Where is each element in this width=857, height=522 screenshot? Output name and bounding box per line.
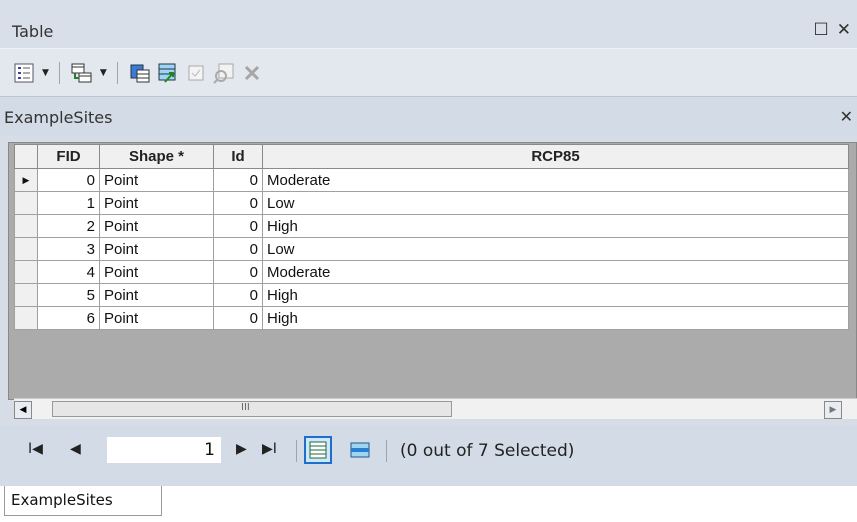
column-header-fid[interactable]: FID [37,144,100,169]
close-layer-icon[interactable]: ✕ [840,107,853,126]
cell-rcp85[interactable]: Moderate [262,260,849,284]
row-selector[interactable] [14,237,38,261]
column-header-shape[interactable]: Shape * [99,144,214,169]
first-record-button[interactable]: I◀ [28,441,43,457]
cell-fid[interactable]: 4 [37,260,100,284]
record-navigation-bar: I◀ ◀ 1 ▶ ▶I (0 out of 7 Selected) [0,426,857,486]
window-controls: ☐ ✕ [814,20,852,40]
cell-shape[interactable]: Point [99,214,214,238]
cell-rcp85[interactable]: Low [262,237,849,261]
show-all-records-button[interactable] [304,436,332,464]
delete-selected-icon[interactable] [240,60,264,86]
scrollbar-grip: III [241,402,250,413]
table-options-dropdown-icon[interactable]: ▼ [42,68,49,78]
scroll-left-button[interactable]: ◀ [14,401,32,419]
row-selector-header[interactable] [14,144,38,169]
cell-rcp85[interactable]: Low [262,191,849,215]
cell-shape[interactable]: Point [99,260,214,284]
related-tables-icon[interactable] [70,60,94,86]
cell-id[interactable]: 0 [213,260,263,284]
table-row[interactable]: 3 Point 0 Low [14,237,849,261]
cell-id[interactable]: 0 [213,191,263,215]
cell-rcp85[interactable]: Moderate [262,168,849,192]
attribute-table-area: FID Shape * Id RCP85 ▶ 0 Point 0 Moderat… [0,136,857,426]
layer-title: ExampleSites [4,108,113,127]
table-row[interactable]: ▶ 0 Point 0 Moderate [14,168,849,192]
table-header-row: FID Shape * Id RCP85 [14,144,849,169]
table-row[interactable]: 6 Point 0 High [14,306,849,330]
cell-id[interactable]: 0 [213,214,263,238]
cell-id[interactable]: 0 [213,168,263,192]
cell-shape[interactable]: Point [99,191,214,215]
show-all-records-icon [309,441,327,459]
cell-fid[interactable]: 3 [37,237,100,261]
current-record-input[interactable]: 1 [106,436,222,464]
row-selector[interactable] [14,283,38,307]
cell-id[interactable]: 0 [213,237,263,261]
cell-rcp85[interactable]: High [262,214,849,238]
last-record-button[interactable]: ▶I [262,441,277,457]
cell-shape[interactable]: Point [99,237,214,261]
restore-icon[interactable]: ☐ [814,20,829,40]
table-row[interactable]: 1 Point 0 Low [14,191,849,215]
horizontal-scrollbar[interactable]: ◀ III ▶ [14,398,857,419]
selection-status: (0 out of 7 Selected) [400,441,575,461]
select-by-attributes-icon[interactable] [128,60,152,86]
window-title-bar: Table ☐ ✕ [0,0,857,48]
cell-fid[interactable]: 6 [37,306,100,330]
table-options-icon[interactable] [12,60,36,86]
zoom-to-selected-icon[interactable] [212,60,236,86]
clear-selection-icon[interactable] [184,60,208,86]
cell-fid[interactable]: 2 [37,214,100,238]
cell-id[interactable]: 0 [213,283,263,307]
cell-shape[interactable]: Point [99,168,214,192]
table-row[interactable]: 4 Point 0 Moderate [14,260,849,284]
attribute-table: FID Shape * Id RCP85 ▶ 0 Point 0 Moderat… [14,144,849,330]
row-selector[interactable] [14,306,38,330]
cell-fid[interactable]: 0 [37,168,100,192]
row-selector[interactable] [14,260,38,284]
table-tab-examplesites[interactable]: ExampleSites [4,486,162,516]
close-icon[interactable]: ✕ [837,20,851,40]
show-selected-records-icon [350,442,370,458]
table-toolbar: ▼ ▼ [0,48,857,96]
cell-shape[interactable]: Point [99,306,214,330]
scroll-right-button[interactable]: ▶ [824,401,842,419]
layer-tab-header: ExampleSites ✕ [0,96,857,137]
switch-selection-icon[interactable] [156,60,180,86]
cell-fid[interactable]: 1 [37,191,100,215]
toolbar-separator [116,61,118,84]
table-row[interactable]: 2 Point 0 High [14,214,849,238]
toolbar-separator [58,61,60,84]
show-selected-records-button[interactable] [346,436,374,464]
next-record-button[interactable]: ▶ [236,441,247,457]
nav-separator [296,440,297,462]
related-tables-dropdown-icon[interactable]: ▼ [100,68,107,78]
table-row[interactable]: 5 Point 0 High [14,283,849,307]
cell-fid[interactable]: 5 [37,283,100,307]
scrollbar-thumb[interactable]: III [52,401,452,417]
cell-id[interactable]: 0 [213,306,263,330]
row-selector[interactable] [14,191,38,215]
cell-rcp85[interactable]: High [262,283,849,307]
cell-rcp85[interactable]: High [262,306,849,330]
current-row-indicator[interactable]: ▶ [14,168,38,192]
previous-record-button[interactable]: ◀ [70,441,81,457]
window-title: Table [12,22,54,41]
table-tabs-strip: ExampleSites [0,486,857,522]
column-header-id[interactable]: Id [213,144,263,169]
cell-shape[interactable]: Point [99,283,214,307]
nav-separator [386,440,387,462]
column-header-rcp85[interactable]: RCP85 [262,144,849,169]
row-selector[interactable] [14,214,38,238]
